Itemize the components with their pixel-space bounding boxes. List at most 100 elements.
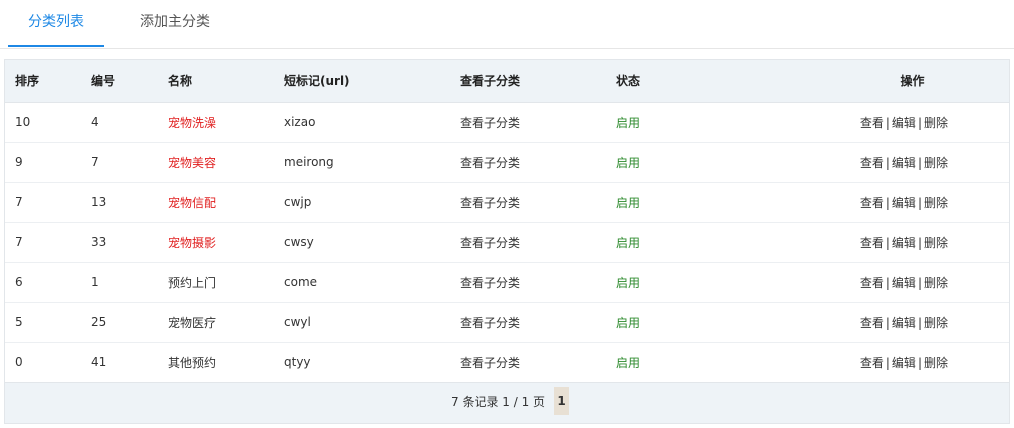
action-separator: |	[917, 355, 922, 370]
cell-actions: 查看 | 编辑 | 删除	[816, 142, 1009, 183]
action-separator: |	[917, 115, 922, 130]
view-subcategory-link[interactable]: 查看子分类	[460, 262, 616, 303]
cell-id: 41	[91, 342, 168, 383]
cell-actions: 查看 | 编辑 | 删除	[816, 222, 1009, 263]
action-separator: |	[917, 275, 922, 290]
cell-slug: qtyy	[284, 342, 460, 383]
cell-slug: cwjp	[284, 182, 460, 223]
cell-id: 13	[91, 182, 168, 223]
delete-button[interactable]: 删除	[924, 116, 948, 130]
header-id: 编号	[91, 60, 168, 103]
tab-add-main-category[interactable]: 添加主分类	[120, 0, 230, 47]
table-row: 6 1 预约上门 come 查看子分类 启用 查看 | 编辑 | 删除	[5, 262, 1009, 303]
category-table-container: 排序 编号 名称 短标记(url) 查看子分类 状态 操作 10 4 宠物洗澡 xiz…	[4, 59, 1010, 424]
cell-name: 宠物洗澡	[168, 102, 284, 143]
view-button[interactable]: 查看	[860, 316, 884, 330]
cell-sort: 7	[5, 222, 91, 263]
cell-sort: 0	[5, 342, 91, 383]
cell-sort: 9	[5, 142, 91, 183]
view-button[interactable]: 查看	[860, 276, 884, 290]
cell-name: 其他预约	[168, 342, 284, 383]
cell-slug: cwyl	[284, 302, 460, 343]
header-sort: 排序	[5, 60, 91, 103]
header-actions: 操作	[816, 60, 1009, 103]
action-separator: |	[885, 115, 890, 130]
cell-name: 宠物美容	[168, 142, 284, 183]
delete-button[interactable]: 删除	[924, 156, 948, 170]
cell-slug: cwsy	[284, 222, 460, 263]
delete-button[interactable]: 删除	[924, 236, 948, 250]
table-row: 5 25 宠物医疗 cwyl 查看子分类 启用 查看 | 编辑 | 删除	[5, 302, 1009, 343]
status-badge[interactable]: 启用	[616, 342, 816, 383]
action-separator: |	[917, 195, 922, 210]
edit-button[interactable]: 编辑	[892, 276, 916, 290]
edit-button[interactable]: 编辑	[892, 196, 916, 210]
pagination-bar: 7 条记录 1 / 1 页 1	[5, 382, 1009, 423]
view-subcategory-link[interactable]: 查看子分类	[460, 222, 616, 263]
view-subcategory-link[interactable]: 查看子分类	[460, 102, 616, 143]
header-view-sub: 查看子分类	[460, 60, 616, 103]
status-badge[interactable]: 启用	[616, 182, 816, 223]
cell-id: 25	[91, 302, 168, 343]
tab-bar: 分类列表 添加主分类	[0, 0, 1014, 49]
view-subcategory-link[interactable]: 查看子分类	[460, 182, 616, 223]
view-button[interactable]: 查看	[860, 116, 884, 130]
cell-actions: 查看 | 编辑 | 删除	[816, 182, 1009, 223]
status-badge[interactable]: 启用	[616, 102, 816, 143]
table-row: 0 41 其他预约 qtyy 查看子分类 启用 查看 | 编辑 | 删除	[5, 342, 1009, 383]
delete-button[interactable]: 删除	[924, 356, 948, 370]
table-row: 7 13 宠物信配 cwjp 查看子分类 启用 查看 | 编辑 | 删除	[5, 182, 1009, 223]
cell-sort: 6	[5, 262, 91, 303]
category-table: 排序 编号 名称 短标记(url) 查看子分类 状态 操作 10 4 宠物洗澡 xiz…	[5, 60, 1009, 383]
table-row: 10 4 宠物洗澡 xizao 查看子分类 启用 查看 | 编辑 | 删除	[5, 102, 1009, 143]
cell-actions: 查看 | 编辑 | 删除	[816, 262, 1009, 303]
view-button[interactable]: 查看	[860, 236, 884, 250]
edit-button[interactable]: 编辑	[892, 116, 916, 130]
view-subcategory-link[interactable]: 查看子分类	[460, 302, 616, 343]
view-subcategory-link[interactable]: 查看子分类	[460, 342, 616, 383]
status-badge[interactable]: 启用	[616, 222, 816, 263]
table-header-row: 排序 编号 名称 短标记(url) 查看子分类 状态 操作	[5, 60, 1009, 103]
action-separator: |	[885, 195, 890, 210]
status-badge[interactable]: 启用	[616, 142, 816, 183]
header-status: 状态	[616, 60, 816, 103]
cell-id: 33	[91, 222, 168, 263]
cell-name: 宠物信配	[168, 182, 284, 223]
cell-name: 宠物医疗	[168, 302, 284, 343]
table-row: 9 7 宠物美容 meirong 查看子分类 启用 查看 | 编辑 | 删除	[5, 142, 1009, 183]
header-slug: 短标记(url)	[284, 60, 460, 103]
delete-button[interactable]: 删除	[924, 276, 948, 290]
cell-name: 宠物摄影	[168, 222, 284, 263]
action-separator: |	[917, 155, 922, 170]
cell-name: 预约上门	[168, 262, 284, 303]
cell-id: 7	[91, 142, 168, 183]
table-body: 10 4 宠物洗澡 xizao 查看子分类 启用 查看 | 编辑 | 删除 9 7 宠物美容 meirong…	[5, 102, 1009, 383]
edit-button[interactable]: 编辑	[892, 236, 916, 250]
page-button-current[interactable]: 1	[554, 387, 569, 415]
edit-button[interactable]: 编辑	[892, 316, 916, 330]
action-separator: |	[885, 355, 890, 370]
delete-button[interactable]: 删除	[924, 316, 948, 330]
cell-sort: 10	[5, 102, 91, 143]
category-list-page: 分类列表 添加主分类 排序 编号 名称 短标记(url) 查看子分类 状态 操作…	[0, 0, 1014, 428]
tab-category-list[interactable]: 分类列表	[8, 0, 104, 47]
status-badge[interactable]: 启用	[616, 262, 816, 303]
cell-sort: 7	[5, 182, 91, 223]
cell-slug: come	[284, 262, 460, 303]
edit-button[interactable]: 编辑	[892, 156, 916, 170]
pagination-summary: 7 条记录 1 / 1 页	[451, 395, 546, 409]
status-badge[interactable]: 启用	[616, 302, 816, 343]
cell-actions: 查看 | 编辑 | 删除	[816, 102, 1009, 143]
cell-slug: meirong	[284, 142, 460, 183]
action-separator: |	[885, 315, 890, 330]
delete-button[interactable]: 删除	[924, 196, 948, 210]
view-button[interactable]: 查看	[860, 196, 884, 210]
view-button[interactable]: 查看	[860, 156, 884, 170]
header-name: 名称	[168, 60, 284, 103]
cell-sort: 5	[5, 302, 91, 343]
edit-button[interactable]: 编辑	[892, 356, 916, 370]
view-button[interactable]: 查看	[860, 356, 884, 370]
action-separator: |	[885, 235, 890, 250]
action-separator: |	[885, 275, 890, 290]
view-subcategory-link[interactable]: 查看子分类	[460, 142, 616, 183]
